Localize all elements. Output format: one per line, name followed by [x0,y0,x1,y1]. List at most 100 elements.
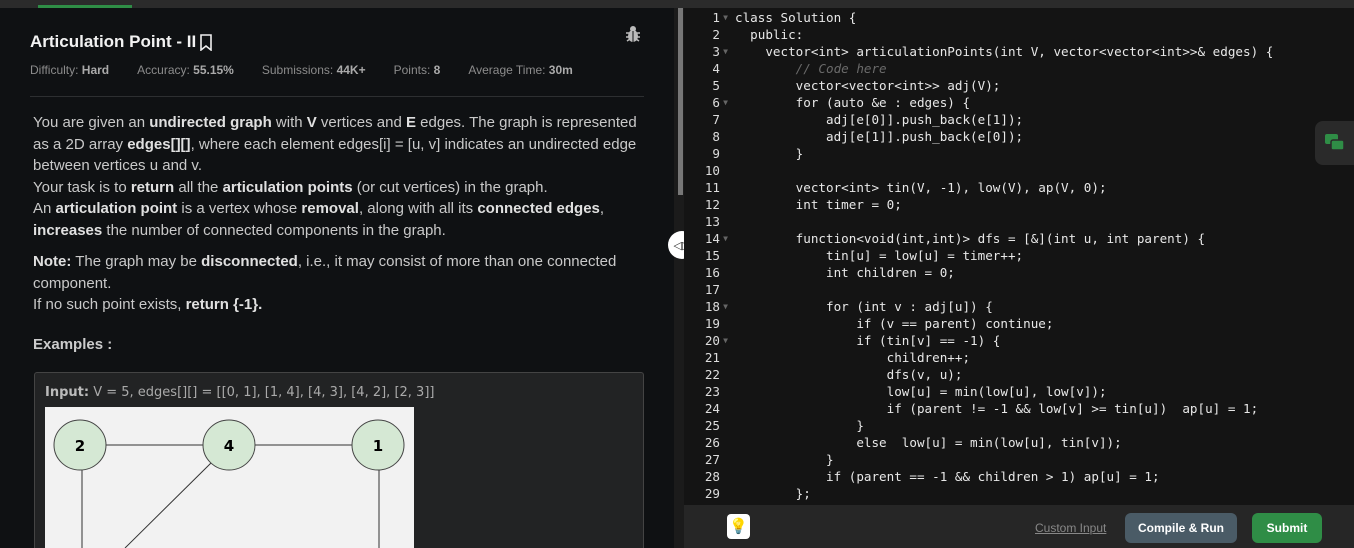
code-line[interactable]: 8 adj[e[1]].push_back(e[0]); [684,128,1273,145]
code-text: } [735,146,804,161]
code-text: vector<vector<int>> adj(V); [735,78,1001,93]
code-line[interactable]: 19 if (v == parent) continue; [684,315,1273,332]
code-text: vector<int> articulationPoints(int V, ve… [735,44,1274,59]
fold-arrow-icon[interactable]: ▼ [720,94,731,111]
fold-arrow-icon[interactable] [720,145,731,162]
emphasis-text: disconnected [201,253,298,270]
line-number: 10 [704,163,720,178]
code-line[interactable]: 24 if (parent != -1 && low[v] >= tin[u])… [684,400,1273,417]
custom-input-link[interactable]: Custom Input [1035,521,1106,535]
code-line[interactable]: 5 vector<vector<int>> adj(V); [684,77,1273,94]
description-paragraph: Note: The graph may be disconnected, i.e… [33,251,653,316]
fold-arrow-icon[interactable] [720,383,731,400]
line-number: 24 [704,401,720,416]
line-number: 26 [704,435,720,450]
text-segment: If no such point exists, [33,296,186,313]
fold-arrow-icon[interactable] [720,162,731,179]
problem-title: Articulation Point - II [30,32,213,52]
code-line[interactable]: 21 children++; [684,349,1273,366]
fold-arrow-icon[interactable] [720,264,731,281]
code-line[interactable]: 2 public: [684,26,1273,43]
chat-button[interactable] [1315,121,1354,165]
code-line[interactable]: 20 ▼ if (tin[v] == -1) { [684,332,1273,349]
fold-arrow-icon[interactable] [720,468,731,485]
code-line[interactable]: 15 tin[u] = low[u] = timer++; [684,247,1273,264]
fold-arrow-icon[interactable]: ▼ [720,9,731,26]
divider [30,96,644,97]
code-lines[interactable]: 1 ▼ class Solution {2 public: 3 ▼ vector<int… [684,9,1274,502]
stat-value: 8 [433,63,441,77]
fold-arrow-icon[interactable] [720,417,731,434]
code-text: class Solution { [735,10,857,25]
fold-arrow-icon[interactable] [720,111,731,128]
fold-arrow-icon[interactable] [720,213,731,230]
code-text: if (v == parent) continue; [735,316,1054,331]
examples-heading: Examples : [33,336,113,353]
text-segment: The graph may be [71,253,202,270]
code-line[interactable]: 10 [684,162,1273,179]
hint-bulb-icon[interactable]: 💡 [727,514,750,539]
line-number: 15 [704,248,720,263]
code-line[interactable]: 16 int children = 0; [684,264,1273,281]
fold-arrow-icon[interactable] [720,128,731,145]
code-line[interactable]: 22 dfs(v, u); [684,366,1273,383]
fold-arrow-icon[interactable] [720,400,731,417]
stat-label: Difficulty: [30,63,82,77]
fold-arrow-icon[interactable] [720,485,731,502]
fold-arrow-icon[interactable] [720,315,731,332]
input-label: Input: [45,385,90,400]
fold-arrow-icon[interactable] [720,179,731,196]
graph-node-label: 4 [224,437,234,455]
code-line[interactable]: 14 ▼ function<void(int,int)> dfs = [&](in… [684,230,1273,247]
fold-arrow-icon[interactable] [720,281,731,298]
code-text: if (tin[v] == -1) { [735,333,1001,348]
line-number: 19 [704,316,720,331]
text-segment: with [271,114,307,131]
top-bar [0,0,1354,8]
fold-arrow-icon[interactable] [720,349,731,366]
code-line[interactable]: 23 low[u] = min(low[u], low[v]); [684,383,1273,400]
submit-button[interactable]: Submit [1252,513,1322,543]
fold-arrow-icon[interactable]: ▼ [720,230,731,247]
code-line[interactable]: 26 else low[u] = min(low[u], tin[v]); [684,434,1273,451]
code-text: }; [735,486,811,501]
fold-arrow-icon[interactable] [720,26,731,43]
fold-arrow-icon[interactable] [720,60,731,77]
bookmark-icon[interactable] [199,33,213,51]
fold-arrow-icon[interactable] [720,434,731,451]
emphasis-text: return {-1}. [185,296,263,313]
code-line[interactable]: 7 adj[e[0]].push_back(e[1]); [684,111,1273,128]
code-line[interactable]: 17 [684,281,1273,298]
fold-arrow-icon[interactable]: ▼ [720,298,731,315]
problem-title-text: Articulation Point - II [30,32,197,51]
fold-arrow-icon[interactable] [720,366,731,383]
emphasis-text: undirected graph [149,114,272,131]
fold-arrow-icon[interactable] [720,196,731,213]
code-line[interactable]: 27 } [684,451,1273,468]
stat-label: Submissions: [261,63,337,77]
code-line[interactable]: 9 } [684,145,1273,162]
fold-arrow-icon[interactable]: ▼ [720,43,731,60]
fold-arrow-icon[interactable] [720,77,731,94]
code-line[interactable]: 12 int timer = 0; [684,196,1273,213]
fold-arrow-icon[interactable]: ▼ [720,332,731,349]
stat-item: Average Time: 30m [468,63,573,77]
fold-arrow-icon[interactable] [720,451,731,468]
code-line[interactable]: 4 // Code here [684,60,1273,77]
code-line[interactable]: 1 ▼ class Solution { [684,9,1273,26]
code-line[interactable]: 11 vector<int> tin(V, -1), low(V), ap(V,… [684,179,1273,196]
bug-report-icon[interactable] [624,25,642,48]
fold-arrow-icon[interactable] [720,247,731,264]
code-line[interactable]: 13 [684,213,1273,230]
code-line[interactable]: 28 if (parent == -1 && children > 1) ap[… [684,468,1273,485]
line-number: 3 [712,44,720,59]
stat-item: Difficulty: Hard [30,63,109,77]
code-line[interactable]: 29 }; [684,485,1273,502]
code-line[interactable]: 25 } [684,417,1273,434]
code-editor[interactable]: 1 ▼ class Solution {2 public: 3 ▼ vector<int… [684,8,1354,505]
problem-scrollbar[interactable] [678,8,683,195]
code-line[interactable]: 6 ▼ for (auto &e : edges) { [684,94,1273,111]
code-line[interactable]: 3 ▼ vector<int> articulationPoints(int V,… [684,43,1273,60]
compile-run-button[interactable]: Compile & Run [1125,513,1237,543]
code-line[interactable]: 18 ▼ for (int v : adj[u]) { [684,298,1273,315]
